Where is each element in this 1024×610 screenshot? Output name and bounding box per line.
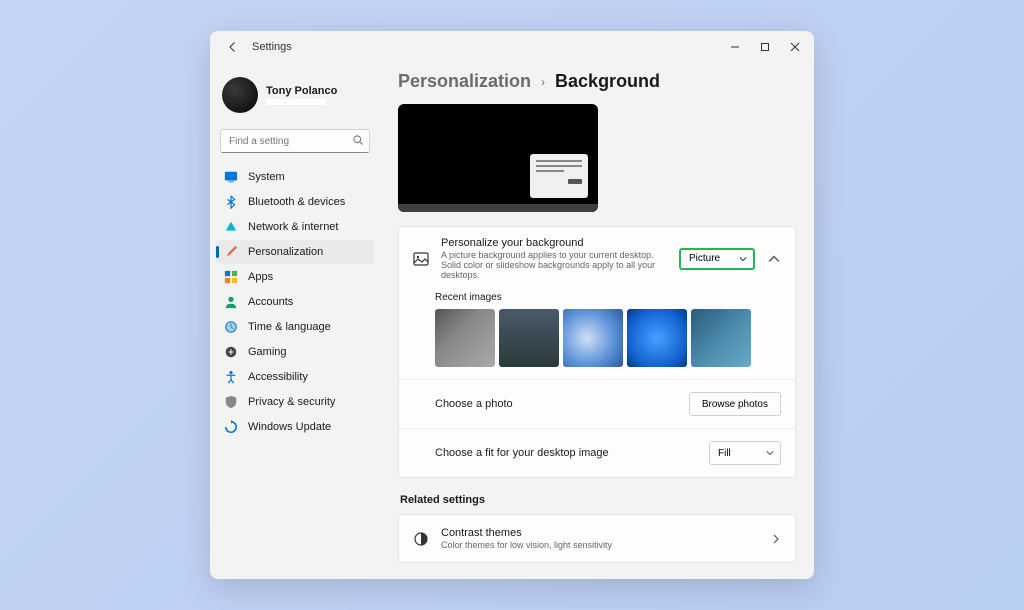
wifi-icon xyxy=(224,220,238,234)
nav-apps[interactable]: Apps xyxy=(216,265,374,289)
maximize-button[interactable] xyxy=(750,35,780,59)
contrast-title: Contrast themes xyxy=(441,527,759,539)
contrast-themes-card: Contrast themes Color themes for low vis… xyxy=(398,514,796,563)
search-container xyxy=(220,129,370,153)
person-icon xyxy=(224,295,238,309)
accessibility-icon xyxy=(224,370,238,384)
settings-window: Settings Tony Polanco xyxy=(210,31,814,579)
nav-privacy[interactable]: Privacy & security xyxy=(216,390,374,414)
fit-label: Choose a fit for your desktop image xyxy=(435,447,609,459)
nav-system[interactable]: System xyxy=(216,165,374,189)
chevron-right-icon: › xyxy=(541,75,545,89)
nav-label: Gaming xyxy=(248,346,287,358)
background-type-value: Picture xyxy=(689,253,720,264)
contrast-icon xyxy=(413,531,429,547)
app-title: Settings xyxy=(252,41,292,53)
browse-photos-button[interactable]: Browse photos xyxy=(689,392,781,416)
search-icon xyxy=(352,134,364,146)
recent-image-thumb[interactable] xyxy=(499,309,559,367)
search-input[interactable] xyxy=(220,129,370,153)
nav-label: Network & internet xyxy=(248,221,338,233)
background-type-select[interactable]: Picture xyxy=(679,248,755,270)
fit-value: Fill xyxy=(718,448,731,459)
recent-image-thumb[interactable] xyxy=(627,309,687,367)
chevron-down-icon xyxy=(739,255,747,263)
breadcrumb: Personalization › Background xyxy=(398,71,796,92)
nav-label: Accessibility xyxy=(248,371,308,383)
nav-personalization[interactable]: Personalization xyxy=(216,240,374,264)
titlebar: Settings xyxy=(210,31,814,63)
system-icon xyxy=(224,170,238,184)
nav-label: Windows Update xyxy=(248,421,331,433)
minimize-button[interactable] xyxy=(720,35,750,59)
nav-update[interactable]: Windows Update xyxy=(216,415,374,439)
bg-personalize-desc: A picture background applies to your cur… xyxy=(441,250,667,280)
update-icon xyxy=(224,420,238,434)
nav-bluetooth[interactable]: Bluetooth & devices xyxy=(216,190,374,214)
nav-accounts[interactable]: Accounts xyxy=(216,290,374,314)
sidebar: Tony Polanco System Bluetooth & devices xyxy=(210,63,380,579)
profile-email-redacted xyxy=(266,99,326,105)
recent-images-label: Recent images xyxy=(435,292,781,303)
nav: System Bluetooth & devices Network & int… xyxy=(216,165,374,439)
back-button[interactable] xyxy=(226,40,240,54)
nav-label: Accounts xyxy=(248,296,293,308)
profile[interactable]: Tony Polanco xyxy=(216,73,374,127)
nav-label: Apps xyxy=(248,271,273,283)
recent-image-thumb[interactable] xyxy=(563,309,623,367)
desktop-preview xyxy=(398,104,598,212)
related-settings-heading: Related settings xyxy=(400,494,796,506)
choose-photo-label: Choose a photo xyxy=(435,398,513,410)
nav-label: Time & language xyxy=(248,321,331,333)
contrast-themes-link[interactable]: Contrast themes Color themes for low vis… xyxy=(399,515,795,562)
main-content[interactable]: Personalization › Background Personalize… xyxy=(380,63,814,579)
breadcrumb-parent[interactable]: Personalization xyxy=(398,71,531,92)
nav-label: Bluetooth & devices xyxy=(248,196,345,208)
nav-label: System xyxy=(248,171,285,183)
paintbrush-icon xyxy=(224,245,238,259)
clock-icon xyxy=(224,320,238,334)
recent-image-thumb[interactable] xyxy=(435,309,495,367)
gaming-icon xyxy=(224,345,238,359)
nav-label: Personalization xyxy=(248,246,323,258)
page-title: Background xyxy=(555,71,660,92)
background-card: Personalize your background A picture ba… xyxy=(398,226,796,478)
shield-icon xyxy=(224,395,238,409)
close-button[interactable] xyxy=(780,35,810,59)
chevron-right-icon xyxy=(771,534,781,544)
image-icon xyxy=(413,251,429,267)
contrast-desc: Color themes for low vision, light sensi… xyxy=(441,540,759,550)
avatar xyxy=(222,77,258,113)
bg-personalize-title: Personalize your background xyxy=(441,237,667,249)
nav-network[interactable]: Network & internet xyxy=(216,215,374,239)
collapse-button[interactable] xyxy=(767,253,781,265)
chevron-down-icon xyxy=(766,449,774,457)
recent-image-thumb[interactable] xyxy=(691,309,751,367)
nav-label: Privacy & security xyxy=(248,396,335,408)
bluetooth-icon xyxy=(224,195,238,209)
nav-accessibility[interactable]: Accessibility xyxy=(216,365,374,389)
recent-images xyxy=(435,309,781,367)
nav-gaming[interactable]: Gaming xyxy=(216,340,374,364)
apps-icon xyxy=(224,270,238,284)
profile-name: Tony Polanco xyxy=(266,85,337,97)
fit-select[interactable]: Fill xyxy=(709,441,781,465)
nav-time[interactable]: Time & language xyxy=(216,315,374,339)
preview-sample-window xyxy=(530,154,588,198)
